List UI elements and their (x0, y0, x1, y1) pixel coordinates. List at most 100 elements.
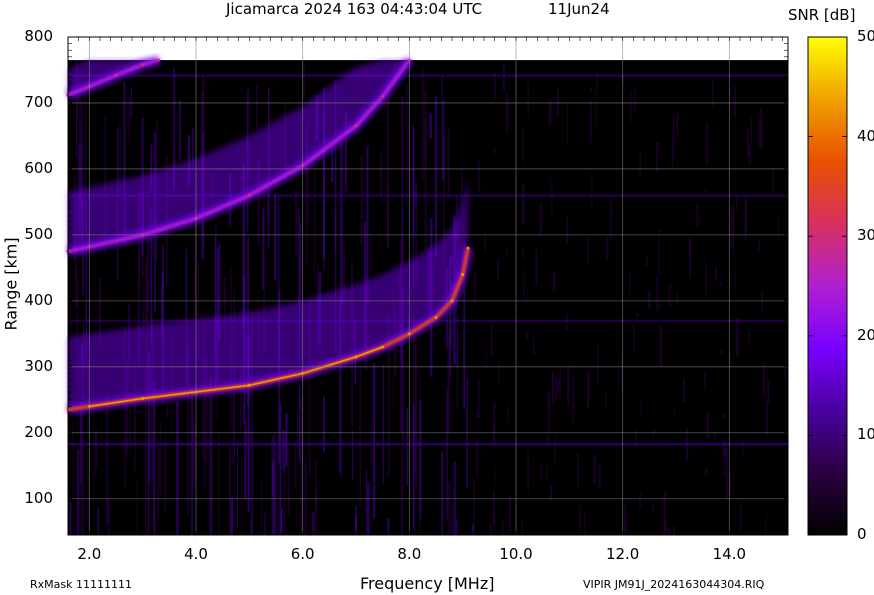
noise-streak (370, 234, 372, 274)
noise-streak (551, 370, 555, 405)
noise-streak (372, 363, 376, 519)
noise-streak (653, 429, 655, 438)
x-tick-label: 14.0 (712, 545, 747, 563)
noise-streak (629, 272, 631, 295)
trace-point (157, 58, 161, 62)
noise-streak (683, 378, 685, 404)
colorbar-tick-label: 30 (857, 226, 874, 245)
noise-streak (247, 87, 250, 130)
noise-streak (704, 371, 706, 390)
noise-streak (82, 483, 85, 535)
noise-streak (447, 335, 450, 438)
noise-streak (106, 394, 108, 524)
trace-point (114, 73, 118, 77)
noise-streak (274, 193, 277, 281)
noise-streak (294, 442, 296, 489)
interference-band (68, 442, 788, 446)
noise-streak (367, 482, 370, 535)
noise-streak (668, 284, 671, 308)
noise-streak (250, 515, 252, 535)
noise-streak (676, 112, 679, 138)
noise-streak (527, 81, 529, 116)
noise-streak (145, 257, 148, 324)
noise-streak (639, 151, 641, 179)
noise-streak (624, 502, 626, 535)
noise-streak (566, 101, 569, 143)
noise-streak (711, 79, 714, 107)
x-tick-label: 4.0 (184, 545, 208, 563)
noise-streak (610, 197, 612, 215)
noise-streak (136, 480, 138, 535)
colorbar-tick-label: 10 (857, 425, 874, 444)
noise-streak (285, 413, 288, 467)
noise-streak (434, 95, 438, 257)
noise-streak (598, 464, 601, 489)
noise-streak (359, 366, 362, 508)
noise-streak (506, 91, 508, 133)
noise-streak (672, 526, 676, 535)
noise-streak (192, 422, 196, 488)
y-tick-label: 100 (24, 488, 53, 507)
noise-streak (648, 290, 651, 311)
interference-band (68, 74, 788, 77)
noise-streak (659, 325, 663, 366)
noise-streak (498, 357, 501, 384)
noise-streak (705, 188, 708, 195)
noise-streak (414, 336, 418, 490)
noise-streak (264, 512, 266, 535)
noise-streak (490, 322, 493, 358)
noise-streak (176, 401, 179, 535)
noise-streak (566, 216, 569, 245)
noise-streak (597, 342, 599, 384)
noise-streak (304, 457, 307, 535)
noise-streak (556, 88, 560, 116)
noise-streak (720, 280, 723, 286)
noise-streak (378, 227, 381, 254)
noise-streak (522, 183, 525, 225)
x-tick-label: 12.0 (605, 545, 640, 563)
noise-streak (772, 166, 774, 194)
noise-streak (733, 86, 736, 118)
noise-streak (179, 100, 181, 160)
trace-point (141, 396, 145, 400)
noise-streak (577, 453, 579, 487)
noise-streak (587, 234, 589, 266)
noise-streak (387, 518, 390, 535)
noise-streak (739, 502, 742, 531)
noise-streak (95, 429, 98, 470)
noise-streak (429, 112, 433, 139)
noise-streak (493, 468, 495, 485)
noise-streak (94, 431, 96, 477)
y-tick-label: 300 (24, 356, 53, 375)
noise-streak (157, 447, 160, 520)
y-tick-label: 200 (24, 422, 53, 441)
noise-streak (379, 151, 383, 197)
noise-streak (705, 468, 708, 475)
noise-streak (523, 267, 525, 299)
noise-streak (713, 431, 716, 438)
x-tick-label: 8.0 (397, 545, 422, 563)
noise-streak (589, 87, 593, 93)
noise-streak (604, 392, 607, 410)
noise-streak (706, 412, 709, 439)
noise-streak (630, 91, 632, 123)
colorbar-tick-label: 0 (857, 525, 867, 543)
noise-streak (447, 482, 451, 535)
ionogram: Jicamarca 2024 163 04:43:04 UTC 11Jun24 … (0, 0, 874, 595)
noise-streak (476, 412, 479, 418)
trace-point (141, 63, 145, 67)
noise-streak (159, 421, 161, 496)
noise-streak (77, 450, 80, 535)
y-tick-label: 800 (24, 27, 53, 45)
noise-streak (164, 437, 166, 515)
noise-streak (551, 179, 553, 217)
noise-streak (549, 99, 552, 126)
x-axis-label: Frequency [MHz] (360, 574, 495, 593)
noise-streak (720, 349, 723, 355)
noise-streak (559, 368, 561, 397)
noise-streak (191, 388, 193, 535)
noise-streak (130, 87, 132, 118)
noise-streak (731, 206, 734, 250)
noise-streak (736, 317, 739, 358)
trace-point (466, 246, 470, 250)
